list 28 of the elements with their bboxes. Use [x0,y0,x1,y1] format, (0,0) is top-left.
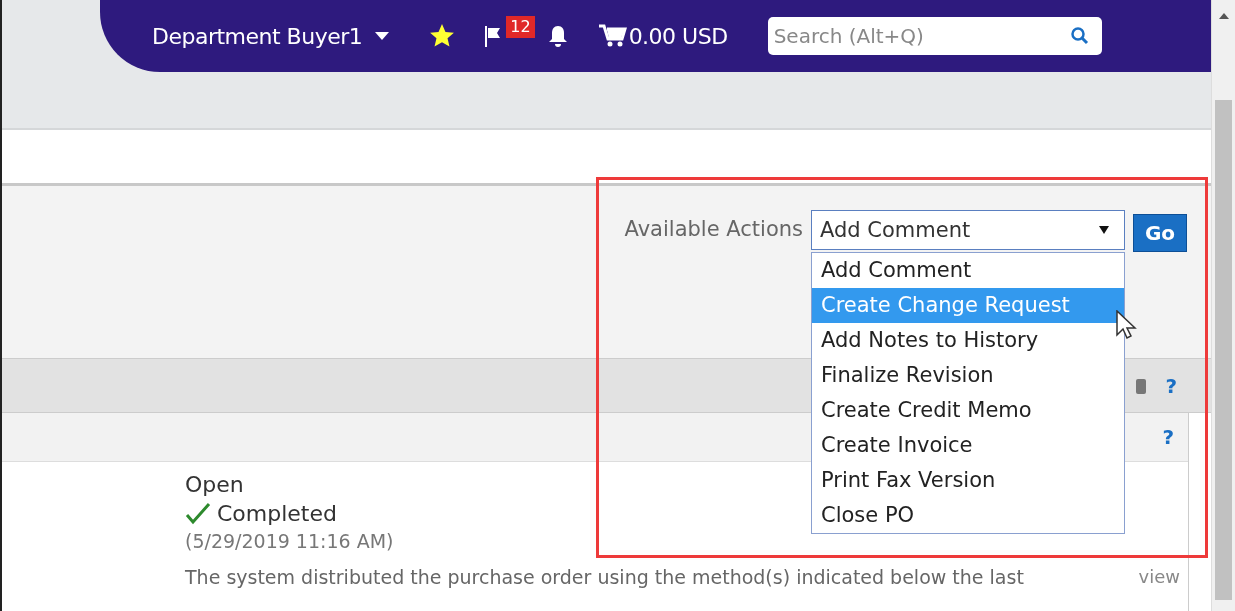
search-icon[interactable] [1069,26,1090,46]
scrollbar[interactable] [1211,0,1235,611]
notification-count: 12 [506,16,535,38]
cart-total[interactable]: 0.00 USD [628,23,728,49]
status-text: Open [185,472,244,497]
status-date: (5/29/2019 11:16 AM) [185,530,394,552]
dropdown-option[interactable]: Close PO [812,498,1124,533]
dropdown-option[interactable]: Finalize Revision [812,358,1124,393]
user-menu[interactable]: Department Buyer1 [152,23,363,49]
cart-icon[interactable] [598,24,627,48]
dropdown-option[interactable]: Create Credit Memo [812,393,1124,428]
clipboard-icon[interactable] [1135,376,1148,395]
go-button[interactable]: Go [1133,214,1187,252]
dropdown-option[interactable]: Print Fax Version [812,463,1124,498]
search-field[interactable]: Search (Alt+Q) [767,17,1102,55]
actions-label: Available Actions [624,217,803,241]
help-icon[interactable]: ? [1165,373,1177,398]
status-description: The system distributed the purchase order using the method(s) indicated below the last [185,566,1024,588]
help-icon[interactable]: ? [1162,425,1174,449]
dropdown-option[interactable]: Add Comment [812,253,1124,288]
caret-icon [374,31,391,41]
dropdown-option[interactable]: Add Notes to History [812,323,1124,358]
step-status: Completed [217,501,337,526]
view-link[interactable]: view [1138,566,1180,588]
dropdown-option[interactable]: Create Invoice [812,428,1124,463]
scroll-up-icon[interactable] [1217,12,1230,20]
caret-icon [1098,225,1110,235]
actions-dropdown[interactable]: Add Comment [811,210,1125,250]
